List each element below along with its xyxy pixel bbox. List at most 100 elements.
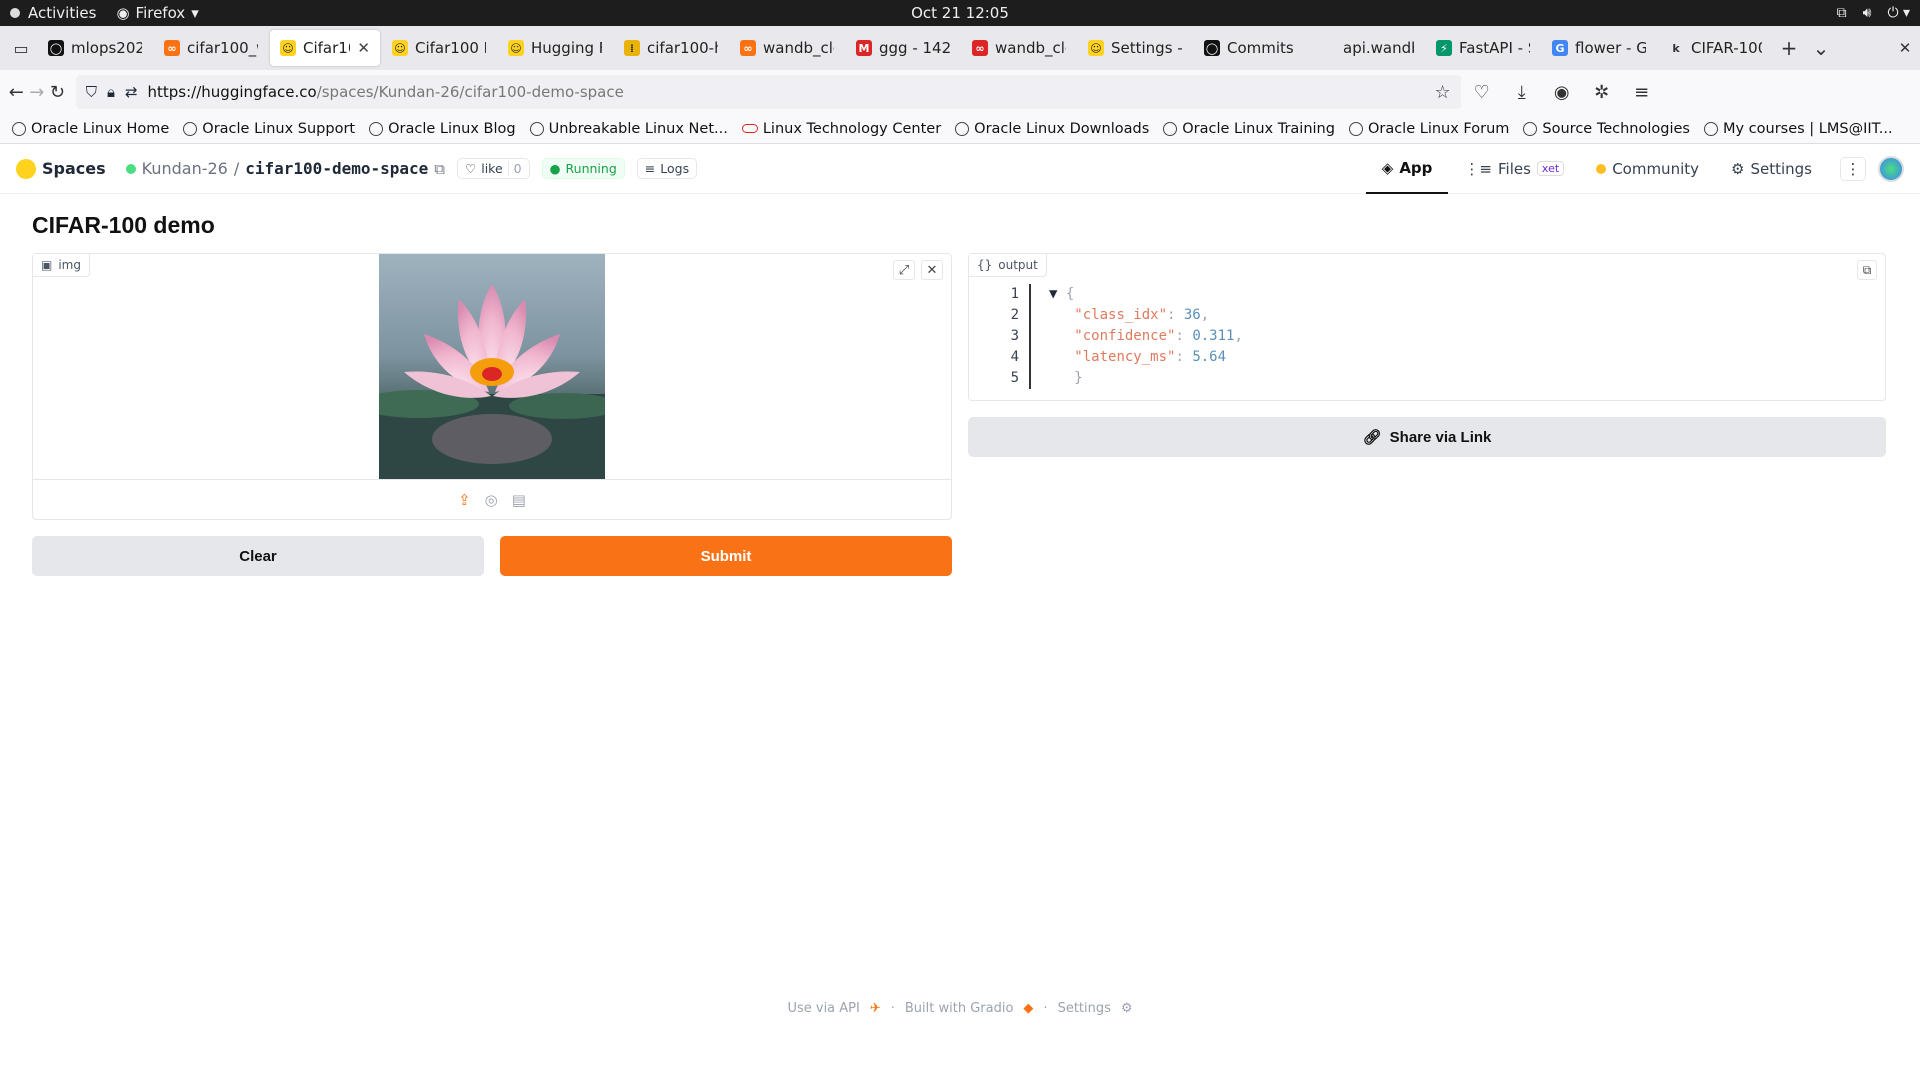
- browser-tab[interactable]: ◯ Commits ·: [1194, 30, 1308, 66]
- tab-label: Settings - K: [1111, 39, 1182, 57]
- bookmark-label: Oracle Linux Support: [202, 120, 356, 137]
- clock[interactable]: Oct 21 12:05: [911, 4, 1009, 22]
- pocket-icon[interactable]: ♡: [1465, 75, 1499, 109]
- tab-favicon-icon: ◯: [48, 40, 64, 56]
- globe-icon: [529, 121, 544, 136]
- status-label: Running: [565, 161, 617, 176]
- browser-tab[interactable]: Gflower - Go: [1542, 30, 1656, 66]
- tab-community[interactable]: Community: [1580, 144, 1715, 194]
- close-button[interactable]: ✕: [921, 260, 943, 280]
- bookmark-item[interactable]: My courses | LMS@IIT...: [1703, 120, 1893, 137]
- menu-icon[interactable]: ≡: [1625, 75, 1659, 109]
- bookmark-item[interactable]: Oracle Linux Training: [1163, 121, 1335, 137]
- browser-tab[interactable]: ☺ Cifar100 ✕: [270, 30, 380, 66]
- image-input[interactable]: ▣ img ⤢ ✕ ⇪ ◎ ▤: [32, 253, 952, 520]
- app-menu[interactable]: ◉ Firefox ▾: [116, 4, 198, 22]
- close-tab-icon[interactable]: ✕: [357, 39, 370, 57]
- bookmark-item[interactable]: Source Technologies: [1523, 121, 1690, 137]
- bookmark-item[interactable]: Oracle Linux Home: [12, 121, 169, 137]
- latency-value: 5.64: [1192, 349, 1227, 365]
- back-button[interactable]: ←: [8, 75, 25, 109]
- copy-output-button[interactable]: ⧉: [1857, 260, 1877, 280]
- spaces-link[interactable]: Spaces: [16, 158, 106, 179]
- firefox-view-icon[interactable]: ▭: [6, 39, 36, 58]
- tab-favicon-icon: M: [856, 40, 872, 56]
- upload-icon[interactable]: ⇪: [458, 491, 471, 509]
- tab-label: ggg - 1424: [879, 39, 950, 57]
- activities-button[interactable]: Activities: [10, 4, 96, 22]
- collapse-toggle-icon[interactable]: ▼: [1049, 284, 1057, 305]
- account-icon[interactable]: ◉: [1545, 75, 1579, 109]
- submit-button[interactable]: Submit: [500, 536, 952, 576]
- firefox-icon: ◉: [116, 4, 130, 22]
- new-tab-icon[interactable]: +: [1774, 36, 1804, 60]
- browser-tab[interactable]: ∞ cifar100_w: [154, 30, 268, 66]
- bookmark-item[interactable]: Oracle Linux Downloads: [955, 121, 1149, 137]
- globe-icon: [1163, 121, 1178, 136]
- status-badge[interactable]: ● Running: [541, 158, 625, 179]
- owner-link[interactable]: Kundan-26: [142, 159, 228, 178]
- extensions-icon[interactable]: ✲: [1585, 75, 1619, 109]
- bookmark-item[interactable]: Oracle Linux Blog: [369, 121, 516, 137]
- like-button[interactable]: ♡ like 0: [457, 158, 530, 179]
- tab-settings[interactable]: ⚙ Settings: [1715, 144, 1828, 194]
- volume-icon[interactable]: 🔊︎: [1863, 5, 1872, 21]
- browser-tab[interactable]: ⚡ FastAPI - S: [1426, 30, 1540, 66]
- list-tabs-icon[interactable]: ⌄: [1806, 36, 1836, 60]
- power-icon[interactable]: ⏻ ▾: [1887, 5, 1910, 21]
- user-avatar[interactable]: [1878, 155, 1904, 182]
- footer-settings-link[interactable]: Settings: [1058, 1001, 1111, 1016]
- gear-icon: ⚙: [1120, 1001, 1133, 1016]
- repo-name[interactable]: cifar100-demo-space: [245, 159, 428, 178]
- line-number: 5: [1010, 370, 1019, 386]
- browser-tab[interactable]: ☺ Cifar100 D: [382, 30, 496, 66]
- globe-icon: [1523, 121, 1538, 136]
- browser-tab[interactable]: ∞ wandb_clo: [730, 30, 844, 66]
- tab-files-label: Files: [1498, 159, 1531, 178]
- image-source-bar: ⇪ ◎ ▤: [33, 479, 951, 519]
- browser-tab[interactable]: api.wandb.ai/: [1310, 30, 1424, 66]
- globe-icon: [369, 121, 384, 136]
- use-via-api-link[interactable]: Use via API: [787, 1001, 859, 1016]
- bookmark-label: Oracle Linux Blog: [388, 120, 516, 137]
- copy-icon[interactable]: ⧉: [434, 160, 445, 178]
- browser-tab[interactable]: ☺ Settings - K: [1078, 30, 1192, 66]
- tab-app[interactable]: ◈ App: [1365, 144, 1449, 194]
- bookmark-item[interactable]: Oracle Linux Forum: [1348, 121, 1509, 137]
- browser-tab[interactable]: Mggg - 1424: [846, 30, 960, 66]
- confidence-value: 0.311: [1192, 328, 1235, 344]
- bookmark-star-icon[interactable]: ☆: [1435, 82, 1451, 103]
- reload-button[interactable]: ↻: [49, 75, 66, 109]
- owner-avatar: [125, 163, 136, 174]
- lock-icon[interactable]: 🔒︎: [107, 83, 115, 101]
- bookmark-item[interactable]: Unbreakable Linux Net...: [529, 121, 728, 137]
- clear-button[interactable]: Clear: [32, 536, 484, 576]
- xet-badge: xet: [1536, 161, 1565, 176]
- network-icon[interactable]: ⧉: [1837, 5, 1847, 21]
- browser-tab[interactable]: ∞ wandb_clo: [962, 30, 1076, 66]
- tab-files[interactable]: ⋮≡ Files xet: [1448, 144, 1580, 194]
- bookmark-item[interactable]: Linux Technology Center: [741, 121, 941, 137]
- permissions-icon[interactable]: ⇄: [125, 83, 138, 101]
- downloads-icon[interactable]: ⤓: [1505, 75, 1539, 109]
- built-with-gradio-link[interactable]: Built with Gradio: [905, 1001, 1014, 1016]
- close-window-icon[interactable]: ✕: [1890, 39, 1920, 57]
- browser-tab[interactable]: ◯ mlops2025: [38, 30, 152, 66]
- clipboard-icon[interactable]: ▤: [512, 491, 526, 509]
- bookmark-label: My courses | LMS@IIT...: [1722, 120, 1893, 137]
- forward-button[interactable]: →: [29, 75, 46, 109]
- files-icon: ⋮≡: [1464, 159, 1492, 178]
- browser-tab[interactable]: ⁞ cifar100-h: [614, 30, 728, 66]
- fullscreen-button[interactable]: ⤢: [893, 260, 915, 280]
- more-options-button[interactable]: ⋮: [1840, 156, 1866, 181]
- browser-tab[interactable]: k CIFAR-100: [1658, 30, 1772, 66]
- shield-icon[interactable]: ⛉: [86, 83, 97, 101]
- tab-bar: ▭ ◯ mlops2025 ∞ cifar100_w ☺ Cifar100 ✕ ☺ Cifar1…: [0, 26, 1920, 70]
- share-link-button[interactable]: 🔗︎ Share via Link: [968, 417, 1886, 457]
- logs-button[interactable]: ≡ Logs: [636, 158, 698, 179]
- bookmark-item[interactable]: Oracle Linux Support: [183, 121, 355, 137]
- webcam-icon[interactable]: ◎: [485, 491, 498, 509]
- url-bar[interactable]: ⛉ 🔒︎ ⇄ https://huggingface.co/spaces/Kun…: [75, 75, 1461, 109]
- tab-favicon-icon: ⁞: [624, 40, 640, 56]
- browser-tab[interactable]: ☺ Hugging Fa: [498, 30, 612, 66]
